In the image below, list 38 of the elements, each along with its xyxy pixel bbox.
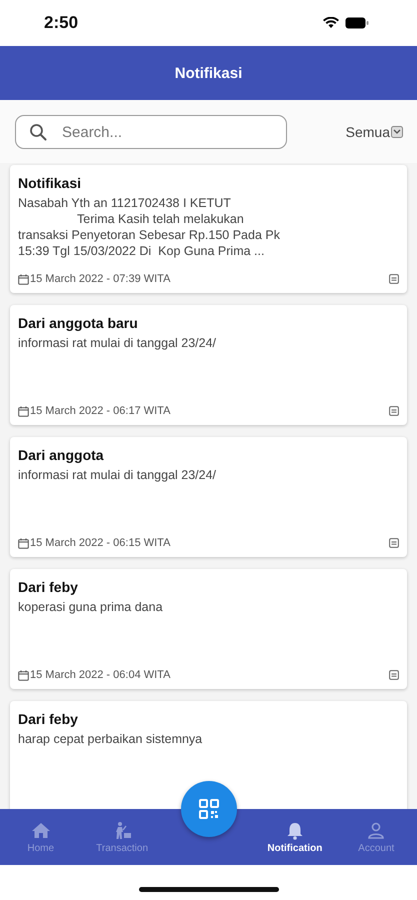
notification-date: 15 March 2022 - 06:04 WITA xyxy=(30,669,172,681)
message-icon xyxy=(389,274,399,284)
notification-message: Nasabah Yth an 1121702438 I KETUT Terima Kasih telah melakukan transaksi Penyetoran Sebesar Rp.150 Pada Pk 15:39 Tgl 15/03/2022 Di Kop Guna Prima ... xyxy=(18,195,281,259)
notification-message: informasi rat mulai di tanggal 23/24/ xyxy=(18,467,218,483)
calendar-icon xyxy=(18,538,29,548)
person-icon xyxy=(366,820,386,840)
calendar-icon xyxy=(18,670,29,680)
notification-message: harap cepat perbaikan sistemnya xyxy=(18,731,204,747)
nav-tab[interactable]: Notification xyxy=(260,820,330,854)
filter-button[interactable]: Semua xyxy=(346,124,403,140)
notification-card[interactable]: Dari feby harap cepat perbaikan sistemnya xyxy=(10,701,407,809)
notification-title: Dari feby xyxy=(18,579,79,595)
notification-date: 15 March 2022 - 06:15 WITA xyxy=(30,537,172,549)
wifi-icon xyxy=(323,17,339,29)
notification-title: Notifikasi xyxy=(18,175,82,191)
battery-icon xyxy=(345,17,369,29)
message-icon xyxy=(389,670,399,680)
notification-date: 15 March 2022 - 06:17 WITA xyxy=(30,405,172,417)
message-icon xyxy=(389,406,399,416)
notification-card[interactable]: Dari anggota informasi rat mulai di tanggal 23/24/ 15 March 2022 - 06:15 WITA xyxy=(10,437,407,557)
calendar-icon xyxy=(18,406,29,416)
notification-message: koperasi guna prima dana xyxy=(18,599,164,615)
message-icon xyxy=(389,538,399,548)
notification-title: Dari anggota xyxy=(18,447,105,463)
notification-card[interactable]: Dari feby koperasi guna prima dana 15 March 2022 - 06:04 WITA xyxy=(10,569,407,689)
notification-card[interactable]: Dari anggota baru informasi rat mulai di tanggal 23/24/ 15 March 2022 - 06:17 WITA xyxy=(10,305,407,425)
notification-date: 15 March 2022 - 07:39 WITA xyxy=(30,273,172,285)
search-field[interactable]: Search... xyxy=(15,115,287,149)
notification-card[interactable]: Notifikasi Nasabah Yth an 1121702438 I KETUT Terima Kasih telah melakukan transaksi Penyetoran Sebesar Rp.150 Pada Pk 15:39 Tgl 15/03/2022 Di Kop Guna Prima ... 15 March 2022 - 07:39 WITA xyxy=(10,165,407,293)
home-icon xyxy=(30,820,51,840)
status-time: 2:50 xyxy=(44,13,78,33)
page-title: Notifikasi xyxy=(174,64,242,82)
dropdown-icon xyxy=(391,126,403,138)
notification-title: Dari anggota baru xyxy=(18,315,139,331)
notification-title: Dari feby xyxy=(18,711,79,727)
calendar-icon xyxy=(18,274,29,284)
qr-code-icon xyxy=(199,799,219,819)
notification-message: informasi rat mulai di tanggal 23/24/ xyxy=(18,335,218,351)
